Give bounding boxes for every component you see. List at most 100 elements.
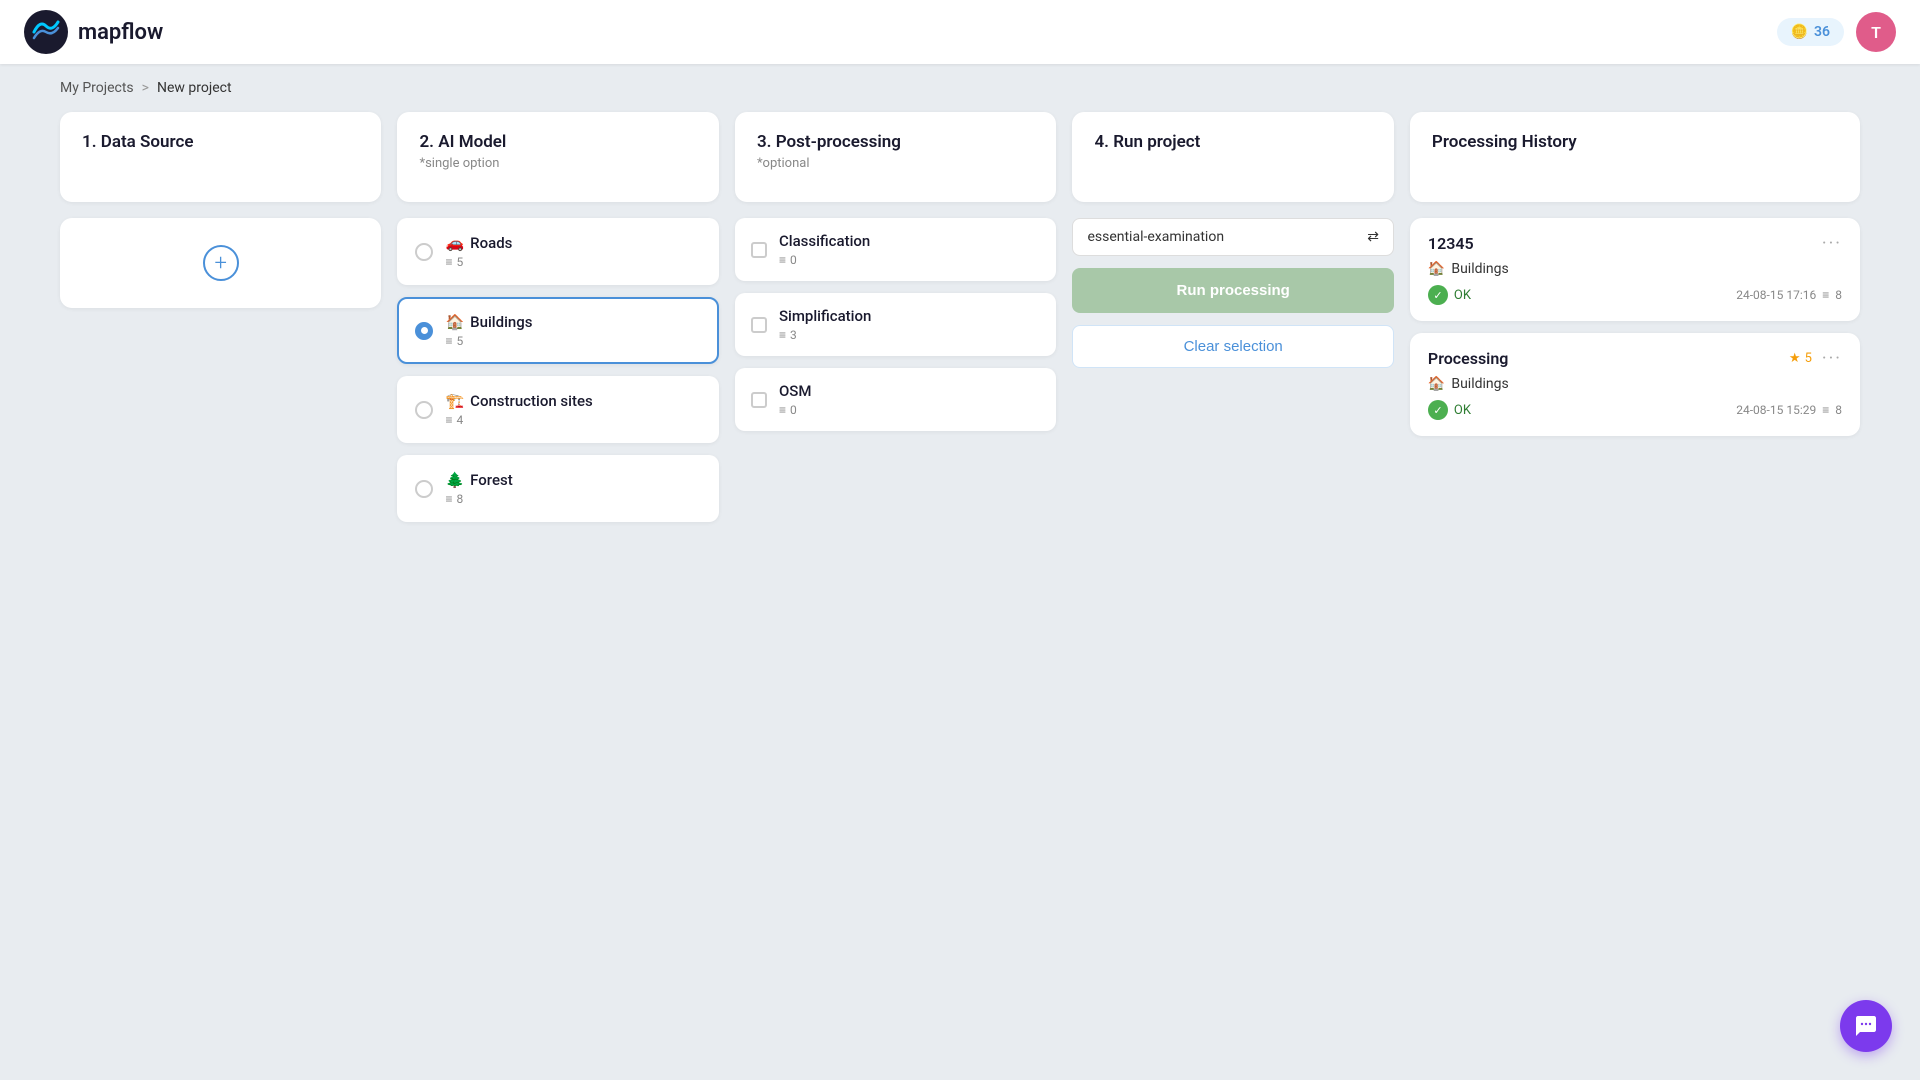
history-item-1-emoji: 🏠 [1428, 261, 1445, 277]
history-item-1-header: 12345 ··· [1428, 234, 1842, 253]
main-content: 1. Data Source 2. AI Model *single optio… [0, 112, 1920, 562]
step2-title: 2. AI Model [419, 132, 696, 152]
chat-icon [1854, 1014, 1878, 1038]
history-item-1-id: 12345 [1428, 234, 1474, 253]
checkbox-osm [751, 392, 767, 408]
project-name-value: essential-examination [1087, 229, 1224, 245]
history-item-2-header: Processing ★ 5 ··· [1428, 349, 1842, 368]
history-item-1: 12345 ··· 🏠 Buildings ✓ OK 24-08-15 17:1… [1410, 218, 1860, 321]
step3-title: 3. Post-processing [757, 132, 1034, 152]
steps-header-row: 1. Data Source 2. AI Model *single optio… [60, 112, 1860, 202]
history-item-1-status: ✓ OK [1428, 285, 1471, 305]
model-forest[interactable]: 🌲 Forest ≡ 8 [397, 455, 718, 522]
checkbox-simplification [751, 317, 767, 333]
post-classification-credits: ≡ 0 [779, 253, 1040, 267]
history-item-2-label: 🏠 Buildings [1428, 376, 1842, 392]
credits-badge[interactable]: 🪙 36 [1777, 18, 1844, 46]
step-card-5: Processing History [1410, 112, 1860, 202]
content-row: + 🚗 Roads ≡ 5 [60, 218, 1860, 522]
stack-icon-h2: ≡ [1822, 403, 1829, 417]
data-source-column: + [60, 218, 381, 308]
history-item-2: Processing ★ 5 ··· 🏠 Buildings ✓ [1410, 333, 1860, 436]
stack-icon-simplification: ≡ [779, 328, 786, 342]
breadcrumb-parent[interactable]: My Projects [60, 80, 134, 96]
model-roads[interactable]: 🚗 Roads ≡ 5 [397, 218, 718, 285]
model-buildings-name: 🏠 Buildings [445, 313, 700, 331]
star-icon-2: ★ [1789, 351, 1801, 366]
breadcrumb-separator: > [142, 80, 149, 96]
history-item-1-more[interactable]: ··· [1822, 235, 1842, 253]
shuffle-icon[interactable]: ⇄ [1367, 229, 1379, 245]
history-item-2-actions: ★ 5 ··· [1789, 350, 1842, 368]
model-construction-credits: ≡ 4 [445, 413, 700, 427]
model-construction[interactable]: 🏗️ Construction sites ≡ 4 [397, 376, 718, 443]
stack-icon-osm: ≡ [779, 403, 786, 417]
run-processing-button[interactable]: Run processing [1072, 268, 1393, 313]
model-roads-name: 🚗 Roads [445, 234, 700, 252]
model-construction-name: 🏗️ Construction sites [445, 392, 700, 410]
history-item-2-footer: ✓ OK 24-08-15 15:29 ≡ 8 [1428, 400, 1842, 420]
radio-construction [415, 401, 433, 419]
stack-icon-construction: ≡ [445, 413, 452, 427]
step2-subtitle: *single option [419, 156, 696, 171]
app-name: mapflow [78, 20, 163, 45]
add-source-card[interactable]: + [60, 218, 381, 308]
logo: mapflow [24, 10, 163, 54]
checkbox-classification [751, 242, 767, 258]
step-card-1: 1. Data Source [60, 112, 381, 202]
user-avatar[interactable]: T [1856, 12, 1896, 52]
step4-title: 4. Run project [1094, 132, 1371, 152]
step-card-4: 4. Run project [1072, 112, 1393, 202]
history-item-2-meta: 24-08-15 15:29 ≡ 8 [1736, 403, 1842, 417]
post-osm-credits: ≡ 0 [779, 403, 1040, 417]
stack-icon-roads: ≡ [445, 255, 452, 269]
history-item-2-star: ★ 5 [1789, 351, 1812, 366]
breadcrumb-current: New project [157, 80, 232, 96]
radio-buildings [415, 322, 433, 340]
roads-emoji: 🚗 [445, 234, 464, 252]
credits-count: 36 [1814, 24, 1830, 40]
header: mapflow 🪙 36 T [0, 0, 1920, 64]
forest-emoji: 🌲 [445, 471, 464, 489]
history-item-2-status: ✓ OK [1428, 400, 1471, 420]
stack-icon-forest: ≡ [445, 492, 452, 506]
model-forest-credits: ≡ 8 [445, 492, 700, 506]
run-project-column: essential-examination ⇄ Run processing C… [1072, 218, 1393, 368]
radio-roads [415, 243, 433, 261]
history-item-2-id: Processing [1428, 349, 1508, 368]
ai-model-column: 🚗 Roads ≡ 5 🏠 Buildings [397, 218, 718, 522]
step-card-2: 2. AI Model *single option [397, 112, 718, 202]
breadcrumb: My Projects > New project [0, 64, 1920, 112]
post-osm[interactable]: OSM ≡ 0 [735, 368, 1056, 431]
step-card-3: 3. Post-processing *optional [735, 112, 1056, 202]
step3-subtitle: *optional [757, 156, 1034, 171]
post-osm-name: OSM [779, 382, 1040, 400]
history-item-1-meta: 24-08-15 17:16 ≡ 8 [1736, 288, 1842, 302]
history-item-2-more[interactable]: ··· [1822, 350, 1842, 368]
credits-coin-icon: 🪙 [1791, 24, 1808, 40]
model-roads-credits: ≡ 5 [445, 255, 700, 269]
post-classification[interactable]: Classification ≡ 0 [735, 218, 1056, 281]
logo-icon [24, 10, 68, 54]
post-simplification-name: Simplification [779, 307, 1040, 325]
project-name-field[interactable]: essential-examination ⇄ [1072, 218, 1393, 256]
model-buildings[interactable]: 🏠 Buildings ≡ 5 [397, 297, 718, 364]
radio-forest [415, 480, 433, 498]
history-item-2-emoji: 🏠 [1428, 376, 1445, 392]
history-item-1-footer: ✓ OK 24-08-15 17:16 ≡ 8 [1428, 285, 1842, 305]
chat-button[interactable] [1840, 1000, 1892, 1052]
stack-icon-classification: ≡ [779, 253, 786, 267]
model-forest-name: 🌲 Forest [445, 471, 700, 489]
clear-selection-button[interactable]: Clear selection [1072, 325, 1393, 368]
post-processing-column: Classification ≡ 0 Simplification ≡ 3 [735, 218, 1056, 431]
step5-title: Processing History [1432, 132, 1838, 152]
step1-title: 1. Data Source [82, 132, 359, 152]
ok-check-icon-1: ✓ [1428, 285, 1448, 305]
model-buildings-credits: ≡ 5 [445, 334, 700, 348]
post-simplification[interactable]: Simplification ≡ 3 [735, 293, 1056, 356]
add-source-icon: + [203, 245, 239, 281]
post-simplification-credits: ≡ 3 [779, 328, 1040, 342]
construction-emoji: 🏗️ [445, 392, 464, 410]
stack-icon-buildings: ≡ [445, 334, 452, 348]
stack-icon-h1: ≡ [1822, 288, 1829, 302]
